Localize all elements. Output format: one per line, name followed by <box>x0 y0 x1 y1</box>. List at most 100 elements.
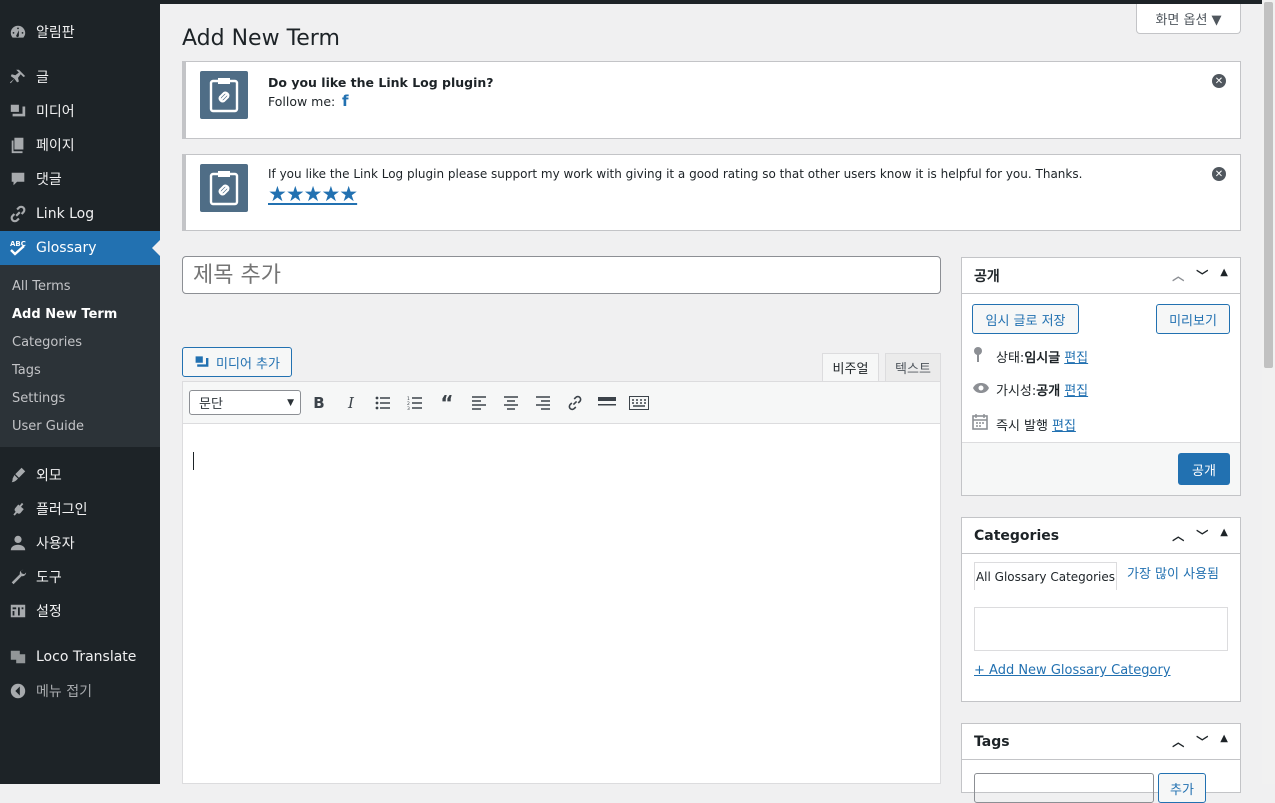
menu-link-log[interactable]: Link Log <box>0 197 160 231</box>
box-controls: ︿ ﹀ ▲ <box>1172 733 1228 750</box>
menu-collapse[interactable]: 메뉴 접기 <box>0 674 160 708</box>
menu-comments[interactable]: 댓글 <box>0 162 160 196</box>
menu-pages[interactable]: 페이지 <box>0 128 160 162</box>
align-right-icon[interactable] <box>532 392 554 414</box>
submenu-add-new-term[interactable]: Add New Term <box>12 307 117 322</box>
tag-input[interactable] <box>974 773 1154 803</box>
menu-label: 알림판 <box>36 25 75 41</box>
format-select-value: 문단 <box>199 397 223 412</box>
abc-check-icon: ABC <box>0 238 36 258</box>
bold-icon[interactable]: B <box>308 392 330 414</box>
format-select[interactable]: 문단 ▼ <box>189 390 301 415</box>
move-down-icon[interactable]: ﹀ <box>1196 733 1208 750</box>
wrench-icon <box>0 568 36 586</box>
publish-box: 공개 ︿ ﹀ ▲ 임시 글로 저장 미리보기 상태: 임시글 편집 가시성: 공… <box>961 257 1241 496</box>
menu-label: 설정 <box>36 604 62 620</box>
menu-label: 사용자 <box>36 536 75 552</box>
menu-label: Link Log <box>36 206 95 222</box>
bullet-list-icon[interactable] <box>372 392 394 414</box>
tags-box-title: Tags <box>974 733 1010 750</box>
edit-schedule-link[interactable]: 편집 <box>1052 415 1076 434</box>
add-new-category-link[interactable]: + Add New Glossary Category <box>974 663 1171 678</box>
user-icon <box>0 534 36 552</box>
publish-box-header: 공개 ︿ ﹀ ▲ <box>962 258 1240 294</box>
notice-rating: If you like the Link Log plugin please s… <box>182 154 1241 231</box>
box-controls: ︿ ﹀ ▲ <box>1172 267 1228 284</box>
dismiss-notice-icon[interactable]: ✕ <box>1212 74 1226 88</box>
menu-media[interactable]: 미디어 <box>0 94 160 128</box>
move-down-icon[interactable]: ﹀ <box>1196 267 1208 284</box>
text-cursor <box>193 452 194 470</box>
numbered-list-icon[interactable]: 123 <box>404 392 426 414</box>
scrollbar-thumb[interactable] <box>1264 2 1273 368</box>
notice-follow: Do you like the Link Log plugin? Follow … <box>182 61 1241 139</box>
submenu-tags[interactable]: Tags <box>12 363 41 378</box>
rating-stars-link[interactable]: ★★★★★ <box>268 182 358 206</box>
term-title-input[interactable] <box>182 256 941 294</box>
menu-plugins[interactable]: 플러그인 <box>0 492 160 526</box>
move-up-icon[interactable]: ︿ <box>1172 733 1184 750</box>
submenu-all-terms[interactable]: All Terms <box>12 279 71 294</box>
toggle-panel-icon[interactable]: ▲ <box>1220 733 1228 750</box>
tab-most-used[interactable]: 가장 많이 사용됨 <box>974 566 1234 583</box>
menu-dashboard[interactable]: 알림판 <box>0 15 160 49</box>
admin-sidebar: 알림판 글 미디어 페이지 댓글 Link Log ABC Glossary A… <box>0 0 160 784</box>
calendar-icon <box>972 414 996 434</box>
link-log-logo-icon <box>200 71 248 119</box>
publish-button[interactable]: 공개 <box>1178 453 1230 485</box>
menu-appearance[interactable]: 외모 <box>0 458 160 492</box>
toolbar-toggle-icon[interactable] <box>628 392 650 414</box>
tags-box: Tags ︿ ﹀ ▲ 추가 <box>961 723 1241 803</box>
collapse-icon <box>0 682 36 700</box>
move-down-icon[interactable]: ﹀ <box>1196 527 1208 544</box>
menu-label: 도구 <box>36 570 62 586</box>
tags-box-header: Tags ︿ ﹀ ▲ <box>962 724 1240 760</box>
screen-options-button[interactable]: 화면 옵션 ▼ <box>1136 4 1241 34</box>
submenu-categories[interactable]: Categories <box>12 335 82 350</box>
menu-tools[interactable]: 도구 <box>0 560 160 594</box>
add-media-button[interactable]: 미디어 추가 <box>182 347 292 377</box>
submenu-settings[interactable]: Settings <box>12 391 65 406</box>
publish-box-title: 공개 <box>974 268 1000 285</box>
menu-users[interactable]: 사용자 <box>0 526 160 560</box>
tab-text[interactable]: 텍스트 <box>885 353 941 382</box>
plugin-icon <box>0 500 36 518</box>
toggle-panel-icon[interactable]: ▲ <box>1220 267 1228 284</box>
insert-link-icon[interactable] <box>564 392 586 414</box>
move-up-icon[interactable]: ︿ <box>1172 267 1184 284</box>
menu-settings[interactable]: 설정 <box>0 594 160 628</box>
menu-label: 댓글 <box>36 172 62 188</box>
content-editor[interactable]: 문단 ▼ B I 123 “ <box>182 381 941 784</box>
notice-follow-label: Follow me: <box>268 94 336 109</box>
dashboard-icon <box>0 23 36 41</box>
blockquote-icon[interactable]: “ <box>436 391 458 415</box>
add-tag-button[interactable]: 추가 <box>1158 773 1206 803</box>
editor-toolbar: 문단 ▼ B I 123 “ <box>183 382 940 424</box>
menu-label: 외모 <box>36 468 62 484</box>
toggle-panel-icon[interactable]: ▲ <box>1220 527 1228 544</box>
edit-status-link[interactable]: 편집 <box>1064 347 1088 366</box>
preview-button[interactable]: 미리보기 <box>1156 304 1230 334</box>
menu-label: 미디어 <box>36 104 75 120</box>
menu-loco-translate[interactable]: Loco Translate <box>0 640 160 674</box>
link-log-logo-icon <box>200 164 248 212</box>
edit-visibility-link[interactable]: 편집 <box>1064 380 1088 399</box>
read-more-icon[interactable] <box>596 392 618 414</box>
category-checklist[interactable] <box>974 607 1228 651</box>
save-draft-button[interactable]: 임시 글로 저장 <box>972 304 1079 334</box>
chevron-down-icon: ▼ <box>287 397 294 408</box>
page-scrollbar[interactable] <box>1262 0 1275 784</box>
facebook-icon[interactable]: f <box>342 92 349 110</box>
italic-icon[interactable]: I <box>340 392 362 414</box>
categories-box-title: Categories <box>974 527 1060 544</box>
comments-icon <box>0 170 36 188</box>
align-left-icon[interactable] <box>468 392 490 414</box>
tab-visual[interactable]: 비주얼 <box>822 353 879 382</box>
submenu-user-guide[interactable]: User Guide <box>12 419 84 434</box>
link-icon <box>0 205 36 223</box>
dismiss-notice-icon[interactable]: ✕ <box>1212 167 1226 181</box>
move-up-icon[interactable]: ︿ <box>1172 527 1184 544</box>
align-center-icon[interactable] <box>500 392 522 414</box>
menu-glossary[interactable]: ABC Glossary <box>0 231 160 265</box>
menu-posts[interactable]: 글 <box>0 60 160 94</box>
